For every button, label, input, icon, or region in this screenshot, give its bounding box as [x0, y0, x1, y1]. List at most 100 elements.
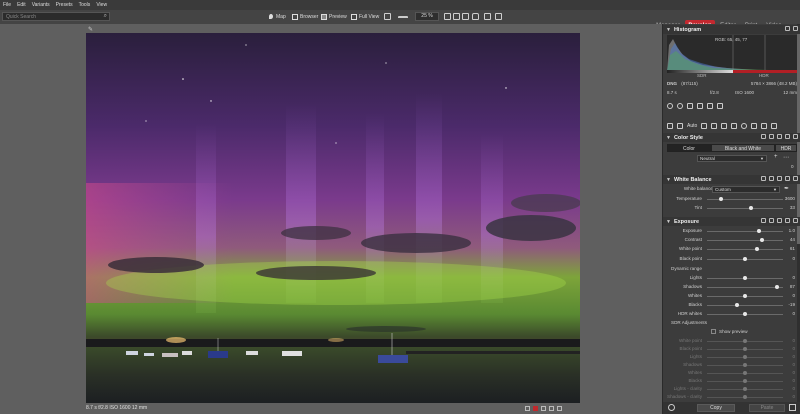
search-icon[interactable]: ⌕	[104, 13, 107, 20]
white-balance-header[interactable]: ▼ White Balance	[663, 175, 800, 184]
slider-row[interactable]: Black point 0	[667, 256, 797, 263]
slider-temperature[interactable]: Temperature 3600	[667, 196, 797, 203]
compare-icon[interactable]	[453, 13, 460, 20]
slider-value[interactable]: 0	[792, 275, 795, 280]
aurora-photo[interactable]	[86, 33, 580, 403]
tint-track[interactable]	[707, 206, 783, 210]
map-button[interactable]: Map	[269, 12, 286, 21]
red-label-icon[interactable]	[533, 406, 538, 411]
paste-settings-icon[interactable]	[707, 103, 713, 109]
text-icon[interactable]	[731, 123, 738, 129]
slider-value[interactable]: 0	[792, 370, 795, 375]
slider-track[interactable]	[707, 312, 783, 316]
histogram-header[interactable]: ▼ Histogram	[663, 25, 800, 34]
rotate-right-icon[interactable]	[495, 13, 502, 20]
slider-track[interactable]	[707, 379, 783, 383]
slider-knob[interactable]	[743, 339, 747, 343]
slider-knob[interactable]	[735, 303, 740, 307]
photo-viewer[interactable]: ✎ 8.7 s f/2.8 ISO 1600 12 mm	[0, 24, 662, 414]
slider-row[interactable]: Lights 0	[667, 354, 797, 361]
show-preview-checkbox[interactable]	[711, 329, 716, 334]
copy-section-icon[interactable]	[777, 176, 782, 181]
slider-value[interactable]: 0	[792, 293, 795, 298]
camera-icon[interactable]	[701, 123, 708, 129]
menu-file[interactable]: File	[3, 2, 11, 8]
wb-dropdown[interactable]: Custom ▼	[712, 186, 780, 193]
slider-knob[interactable]	[743, 395, 747, 399]
slider-value[interactable]: 87	[790, 284, 795, 289]
reset-section-icon[interactable]	[769, 218, 774, 223]
slider-track[interactable]	[707, 339, 783, 343]
style-dropdown[interactable]: Neutral ▼	[697, 155, 767, 162]
copy-button[interactable]: Copy	[697, 404, 735, 412]
slider-row[interactable]: HDR whites 0	[667, 311, 797, 318]
toggle-icon[interactable]	[761, 134, 766, 139]
slider-knob[interactable]	[743, 379, 747, 383]
slider-value[interactable]: 0	[792, 354, 795, 359]
slider-row[interactable]: Shadows 0	[667, 362, 797, 369]
lock-icon[interactable]	[472, 13, 479, 20]
crop-icon[interactable]	[751, 123, 758, 129]
slider-knob[interactable]	[743, 363, 747, 367]
add-style-icon[interactable]: +	[774, 154, 778, 160]
slider-value[interactable]: 61	[790, 246, 795, 251]
slider-value[interactable]: 0	[792, 256, 795, 261]
slider-value[interactable]: -19	[788, 302, 795, 307]
slider-track[interactable]	[707, 256, 783, 261]
slider-knob[interactable]	[743, 276, 747, 280]
slider-row[interactable]: White point 61	[667, 246, 797, 253]
gradient-icon[interactable]	[721, 123, 728, 129]
slider-track[interactable]	[707, 303, 783, 307]
panel-menu-icon[interactable]	[789, 404, 796, 411]
tint-value[interactable]: 33	[790, 205, 795, 210]
slider-row[interactable]: Shadows 87	[667, 284, 797, 291]
slider-value[interactable]: 0	[792, 311, 795, 316]
paste-section-icon[interactable]	[785, 134, 790, 139]
radial-icon[interactable]	[741, 123, 748, 129]
rating-icon[interactable]	[541, 406, 546, 411]
slider-knob[interactable]	[756, 229, 761, 233]
redo-icon[interactable]	[677, 103, 683, 109]
slider-track[interactable]	[707, 238, 783, 243]
menu-tools[interactable]: Tools	[79, 2, 91, 8]
slider-knob[interactable]	[743, 347, 747, 351]
slider-row[interactable]: Exposure 1.0	[667, 228, 797, 235]
tab-color[interactable]: Color	[667, 144, 711, 152]
slider-row[interactable]: Blacks -19	[667, 302, 797, 309]
slider-row[interactable]: Black point 0	[667, 346, 797, 353]
info-icon[interactable]	[549, 406, 554, 411]
histogram-mode-icon[interactable]	[793, 26, 798, 31]
grid-icon[interactable]	[444, 13, 451, 20]
slider-row[interactable]: Contrast 44	[667, 237, 797, 244]
slider-value[interactable]: 44	[790, 237, 795, 242]
zoom-level[interactable]: 25 %	[415, 12, 439, 21]
slider-track[interactable]	[707, 229, 783, 233]
fit-icon[interactable]	[384, 13, 391, 20]
slider-track[interactable]	[707, 395, 783, 399]
slider-value[interactable]: 1.0	[789, 228, 795, 233]
paste-section-icon[interactable]	[785, 218, 790, 223]
slider-track[interactable]	[707, 294, 783, 298]
clone-icon[interactable]	[771, 123, 778, 129]
slider-value[interactable]: 0	[792, 362, 795, 367]
browser-button[interactable]: Browser	[292, 12, 318, 21]
reset-icon[interactable]	[687, 103, 693, 109]
slider-row[interactable]: Shadows - clarity 0	[667, 394, 797, 401]
copy-section-icon[interactable]	[777, 134, 782, 139]
temperature-value[interactable]: 3600	[785, 196, 795, 201]
flag-icon[interactable]	[525, 406, 530, 411]
pin-icon[interactable]: ✎	[88, 26, 93, 33]
slider-value[interactable]: 0	[792, 378, 795, 383]
toggle-icon[interactable]	[761, 218, 766, 223]
slider-knob[interactable]	[743, 312, 747, 316]
paste-section-icon[interactable]	[785, 176, 790, 181]
style-more-icon[interactable]: ⋯	[783, 154, 789, 161]
slider-track[interactable]	[707, 363, 783, 367]
temperature-knob[interactable]	[718, 197, 723, 201]
menu-icon[interactable]	[793, 134, 798, 139]
slider-track[interactable]	[707, 285, 783, 289]
menu-edit[interactable]: Edit	[17, 2, 26, 8]
menu-icon[interactable]	[793, 218, 798, 223]
crop-overlay-icon[interactable]	[462, 13, 469, 20]
zoom-out-icon[interactable]	[398, 16, 408, 23]
